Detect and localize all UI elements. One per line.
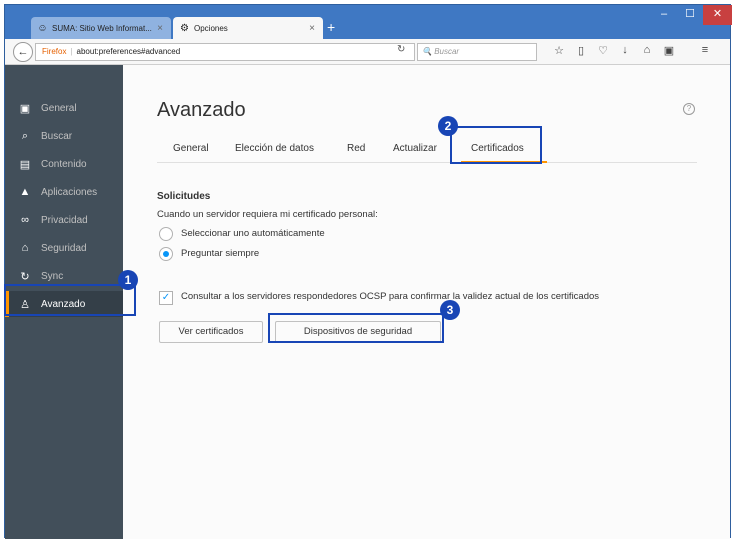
- advanced-tabs: General Elección de datos Red Actualizar…: [157, 133, 697, 163]
- general-icon: ▣: [19, 102, 31, 115]
- tab-eleccion-de-datos[interactable]: Elección de datos: [235, 143, 314, 154]
- sidebar-item-label: Contenido: [41, 158, 87, 170]
- sidebar-item-label: Aplicaciones: [41, 186, 98, 198]
- close-window-button[interactable]: ✕: [703, 5, 732, 25]
- title-bar: ☺ SUMA: Sitio Web Informat... × ⚙ Opcion…: [5, 5, 732, 39]
- view-certificates-button[interactable]: Ver certificados: [159, 321, 263, 343]
- sidebar-item-seguridad[interactable]: ⌂ Seguridad: [5, 235, 123, 261]
- sidebar-item-label: Buscar: [41, 130, 73, 142]
- content-icon: ▤: [19, 158, 31, 171]
- identity-label: Firefox: [42, 47, 67, 56]
- reading-list-icon[interactable]: ▯: [573, 44, 589, 57]
- applications-icon: ▲: [19, 186, 31, 198]
- radio-select-automatically[interactable]: [159, 227, 173, 241]
- url-text: about:preferences#advanced: [76, 47, 181, 56]
- url-bar[interactable]: Firefox | about:preferences#advanced: [35, 43, 415, 61]
- tab-title: SUMA: Sitio Web Informat...: [52, 23, 152, 33]
- privacy-mask-icon: ∞: [21, 214, 29, 226]
- pocket-icon[interactable]: ♡: [595, 44, 611, 57]
- url-separator: |: [70, 47, 73, 56]
- home-icon[interactable]: ⌂: [639, 44, 655, 56]
- reload-icon[interactable]: ↻: [397, 44, 405, 55]
- callout-badge-2: 2: [438, 116, 458, 136]
- tab-general[interactable]: General: [173, 143, 209, 154]
- section-title: Solicitudes: [157, 191, 211, 202]
- navigation-bar: ← Firefox | about:preferences#advanced ↻ 🔍…: [5, 39, 730, 65]
- site-favicon-icon: ☺: [37, 22, 48, 34]
- sync-icon: ↻: [20, 270, 30, 283]
- browser-tab-opciones[interactable]: ⚙ Opciones ×: [173, 17, 323, 39]
- sidebar-item-label: Sync: [41, 270, 64, 282]
- sidebar-item-label: Seguridad: [41, 242, 87, 254]
- close-icon[interactable]: ×: [307, 23, 317, 34]
- sidebar-item-privacidad[interactable]: ∞ Privacidad: [5, 207, 123, 233]
- menu-icon[interactable]: ≡: [697, 44, 713, 56]
- tab-red[interactable]: Red: [347, 143, 365, 154]
- help-icon[interactable]: ?: [683, 103, 695, 115]
- browser-tab-suma[interactable]: ☺ SUMA: Sitio Web Informat... ×: [31, 17, 171, 39]
- page-title: Avanzado: [157, 99, 246, 121]
- new-tab-icon[interactable]: +: [327, 19, 335, 35]
- radio-label: Preguntar siempre: [181, 248, 260, 259]
- tab-actualizar[interactable]: Actualizar: [393, 143, 437, 154]
- sidebar-item-general[interactable]: ▣ General: [5, 95, 123, 121]
- search-placeholder: Buscar: [434, 47, 460, 56]
- sidebar-item-contenido[interactable]: ▤ Contenido: [5, 151, 123, 177]
- sidebar-item-aplicaciones[interactable]: ▲ Aplicaciones: [5, 179, 123, 205]
- section-description: Cuando un servidor requiera mi certifica…: [157, 209, 378, 220]
- search-icon: ⌕: [21, 129, 29, 142]
- lock-icon: ⌂: [21, 242, 29, 254]
- callout-box-1: [4, 284, 136, 316]
- callout-badge-1: 1: [118, 270, 138, 290]
- browser-window: ☺ SUMA: Sitio Web Informat... × ⚙ Opcion…: [4, 4, 732, 539]
- close-icon[interactable]: ×: [155, 23, 165, 34]
- preferences-content: Avanzado ? General Elección de datos Red…: [123, 65, 730, 539]
- ocsp-checkbox-label: Consultar a los servidores respondedores…: [181, 291, 600, 302]
- sidebar-item-buscar[interactable]: ⌕ Buscar: [5, 123, 123, 149]
- gear-icon: ⚙: [180, 22, 189, 34]
- tab-title: Opciones: [194, 23, 228, 33]
- callout-badge-3: 3: [440, 300, 460, 320]
- callout-box-2: [450, 126, 542, 164]
- radio-ask-always[interactable]: [159, 247, 173, 261]
- maximize-button[interactable]: ☐: [677, 5, 703, 25]
- sidebar-item-label: General: [41, 102, 77, 114]
- youtube-icon[interactable]: ▣: [661, 44, 677, 57]
- download-icon[interactable]: ↓: [617, 44, 633, 56]
- ocsp-checkbox[interactable]: ✓: [159, 291, 173, 305]
- radio-label: Seleccionar uno automáticamente: [181, 228, 325, 239]
- bookmark-star-icon[interactable]: ☆: [551, 44, 567, 57]
- sidebar-item-label: Privacidad: [41, 214, 88, 226]
- callout-box-3: [268, 313, 444, 343]
- minimize-button[interactable]: –: [651, 5, 677, 25]
- back-arrow-icon[interactable]: ←: [13, 42, 33, 62]
- search-input[interactable]: 🔍 Buscar: [417, 43, 537, 61]
